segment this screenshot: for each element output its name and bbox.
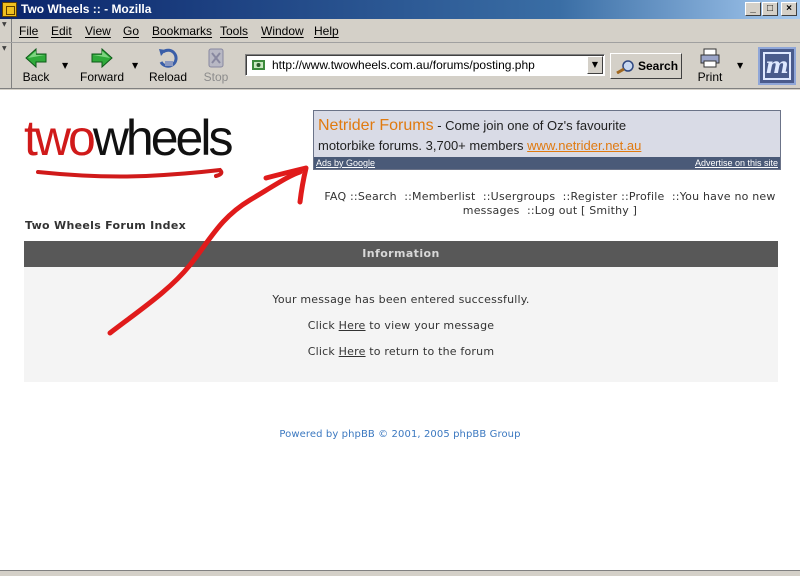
stop-button[interactable]: Stop [198,45,234,87]
mozilla-throbber-icon[interactable]: m [758,47,796,85]
search-magnifier-icon [616,60,634,74]
reload-label: Reload [148,70,188,84]
search-button[interactable]: Search [610,53,682,79]
return-forum-line: Click Here to return to the forum [24,345,778,358]
back-label: Back [22,70,50,84]
logo-two: two [24,110,96,166]
register-link[interactable]: ::Register [563,190,618,203]
toolbar-grip-icon[interactable] [0,43,12,88]
logo-wordmark: twowheels [24,110,234,166]
usergroups-link[interactable]: ::Usergroups [483,190,555,203]
menubar-grip-icon[interactable] [0,19,12,42]
print-label: Print [697,70,723,84]
menu-view[interactable]: View [85,24,111,38]
minimize-button[interactable]: _ [745,2,761,16]
menu-window[interactable]: Window [261,24,304,38]
search-link[interactable]: ::Search [350,190,397,203]
view-prefix: Click [307,319,339,332]
maximize-button[interactable]: □ [762,2,778,16]
forum-index-link[interactable]: Two Wheels Forum Index [25,219,186,232]
ads-by-google-link[interactable]: Ads by Google [316,157,375,169]
window-title: Two Wheels :: - Mozilla [21,2,152,16]
ad-footer: Ads by Google Advertise on this site [314,157,780,169]
forward-arrow-icon [91,48,113,68]
address-url[interactable]: http://www.twowheels.com.au/forums/posti… [272,58,535,72]
menu-go[interactable]: Go [123,24,139,38]
view-suffix: to view your message [365,319,495,332]
reload-button[interactable]: Reload [148,45,188,87]
menu-file[interactable]: File [19,24,38,38]
mozilla-app-icon[interactable] [2,2,17,17]
print-dropdown-icon[interactable]: ▼ [737,61,743,70]
return-forum-link[interactable]: Here [339,345,366,358]
profile-link[interactable]: ::Profile [621,190,664,203]
search-label: Search [638,59,679,73]
menu-bookmarks[interactable]: Bookmarks [152,24,212,38]
page-favicon-icon [252,60,265,70]
information-panel: Information Your message has been entere… [24,241,778,382]
forward-label: Forward [79,70,124,84]
ad-line-2: motorbike forums. 3,700+ members www.net… [318,138,641,153]
return-prefix: Click [307,345,339,358]
menu-edit[interactable]: Edit [51,24,72,38]
return-suffix: to return to the forum [365,345,495,358]
forward-button[interactable]: Forward [78,45,126,87]
view-message-line: Click Here to view your message [24,319,778,332]
back-button[interactable]: Back [16,45,56,87]
menu-help[interactable]: Help [314,24,339,38]
ad-line-1: Netrider Forums - Come join one of Oz's … [318,117,626,135]
ad-title-link[interactable]: Netrider Forums [318,117,434,134]
information-header: Information [24,241,778,267]
ad-line-1-text: - Come join one of Oz's favourite [433,118,627,133]
powered-by-phpbb-link[interactable]: Powered by phpBB © 2001, 2005 phpBB Grou… [0,429,800,440]
memberlist-link[interactable]: ::Memberlist [404,190,475,203]
menu-tools[interactable]: Tools [220,24,248,38]
success-message: Your message has been entered successful… [272,293,530,306]
faq-link[interactable]: FAQ [324,190,346,203]
page-content: twowheels Netrider Forums - Come join on… [0,90,800,570]
forum-nav-links: FAQ ::Search ::Memberlist ::Usergroups :… [322,190,778,218]
title-bar: Two Wheels :: - Mozilla _ □ × [0,0,800,19]
close-button[interactable]: × [781,2,797,16]
address-bar[interactable]: http://www.twowheels.com.au/forums/posti… [245,54,605,76]
logout-link[interactable]: ::Log out [ Smithy ] [527,204,637,217]
google-ad-banner[interactable]: Netrider Forums - Come join one of Oz's … [313,110,781,170]
logo-wheels: wheels [92,110,234,166]
status-bar [0,570,800,576]
advertise-on-site-link[interactable]: Advertise on this site [695,157,778,169]
printer-icon [700,48,720,68]
ad-url-link[interactable]: www.netrider.net.au [527,138,641,153]
menu-bar: File Edit View Go Bookmarks Tools Window… [0,19,800,43]
view-message-link[interactable]: Here [339,319,366,332]
logo-underline-swoosh [36,167,224,179]
browser-window: Two Wheels :: - Mozilla _ □ × File Edit … [0,0,800,576]
throbber-mark: m [763,52,791,80]
print-button[interactable]: Print [692,45,728,87]
address-dropdown-icon[interactable]: ▼ [587,56,603,74]
ad-line-2-text: motorbike forums. 3,700+ members [318,138,528,153]
stop-icon [208,48,224,68]
twowheels-logo[interactable]: twowheels [24,110,254,180]
back-arrow-icon [25,48,47,68]
stop-label: Stop [203,70,229,84]
forward-history-dropdown-icon[interactable]: ▼ [132,61,138,70]
reload-icon [159,48,178,68]
back-history-dropdown-icon[interactable]: ▼ [62,61,68,70]
